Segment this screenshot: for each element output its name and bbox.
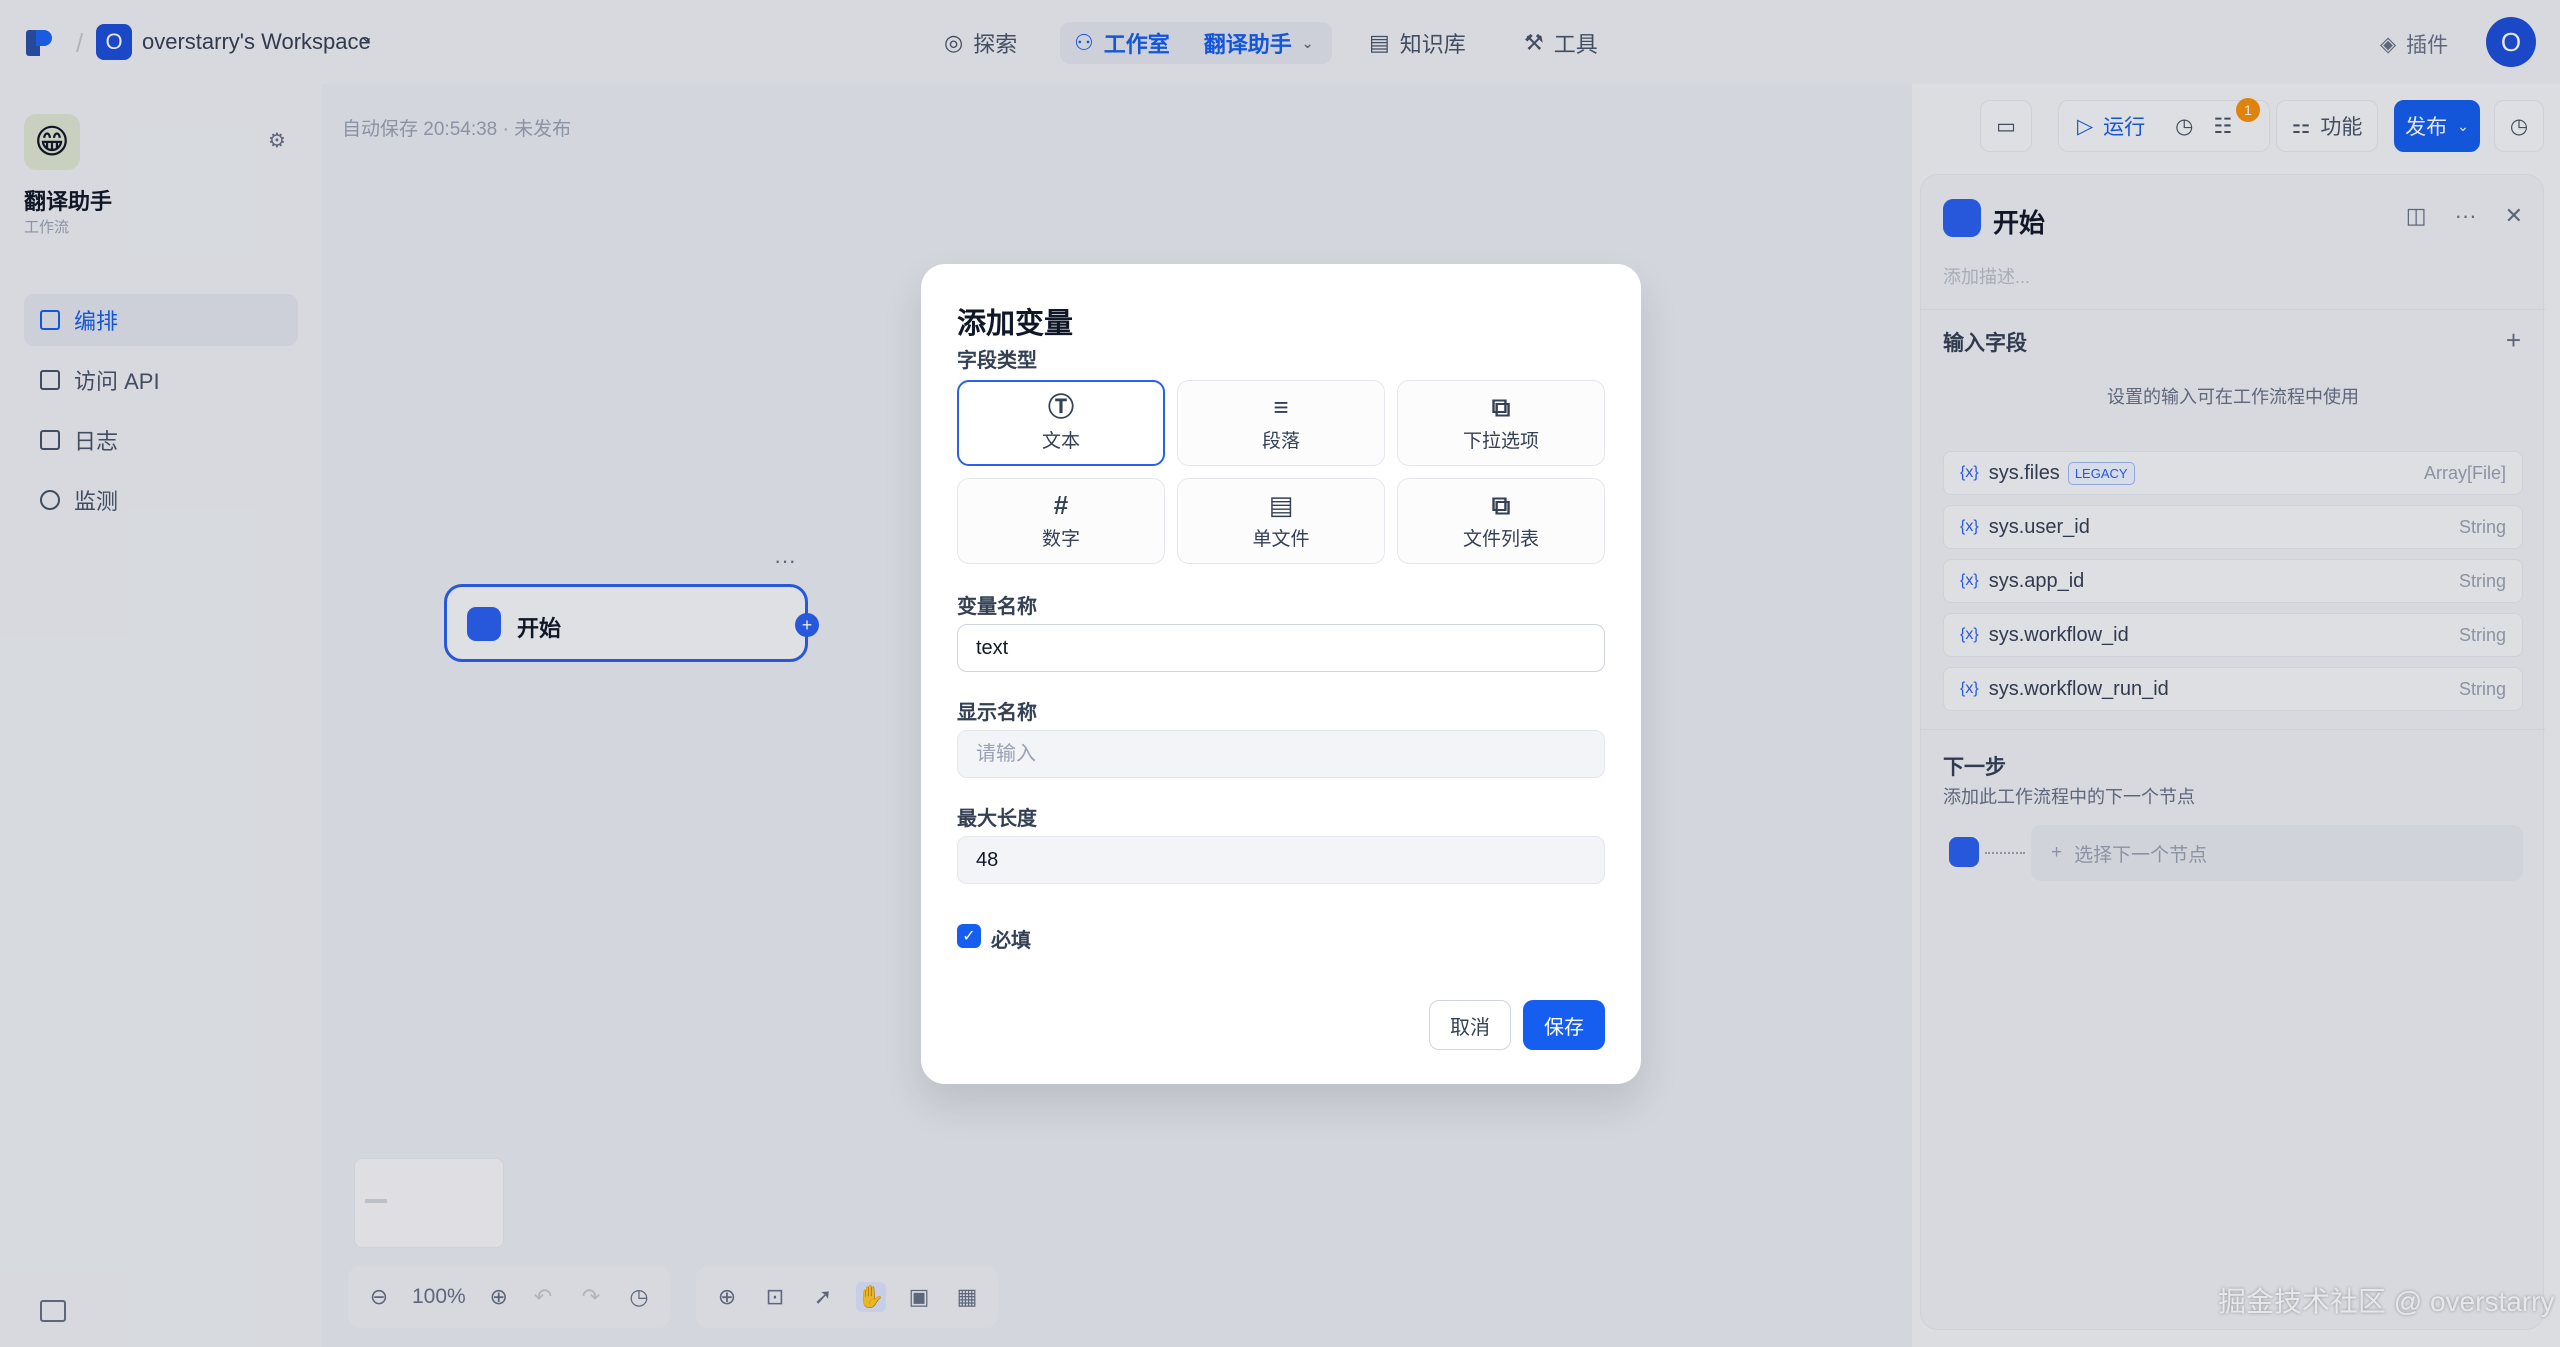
type-option-text[interactable]: Ⓣ 文本 (957, 380, 1165, 466)
type-option-select[interactable]: ⧉ 下拉选项 (1397, 380, 1605, 466)
required-label[interactable]: 必填 (991, 924, 1031, 953)
cancel-button[interactable]: 取消 (1429, 1000, 1511, 1050)
check-icon: ✓ (962, 928, 976, 945)
max-length-input[interactable] (957, 836, 1605, 884)
display-name-label: 显示名称 (957, 702, 1037, 724)
save-button[interactable]: 保存 (1523, 1000, 1605, 1050)
display-name-input[interactable] (957, 730, 1605, 778)
type-option-single-file[interactable]: ▤ 单文件 (1177, 478, 1385, 564)
file-list-icon: ⧉ (1491, 489, 1511, 520)
variable-name-label: 变量名称 (957, 596, 1037, 618)
type-option-number[interactable]: # 数字 (957, 478, 1165, 564)
dialog-title: 添加变量 (957, 308, 1074, 340)
text-type-icon: Ⓣ (1047, 391, 1074, 422)
select-icon: ⧉ (1491, 391, 1511, 422)
type-option-file-list[interactable]: ⧉ 文件列表 (1397, 478, 1605, 564)
max-length-label: 最大长度 (957, 808, 1037, 830)
type-option-paragraph[interactable]: ≡ 段落 (1177, 380, 1385, 466)
add-variable-dialog: 添加变量 字段类型 Ⓣ 文本 ≡ 段落 ⧉ 下拉选项 # 数字 ▤ 单文件 ⧉ … (921, 264, 1641, 1084)
field-type-label: 字段类型 (957, 350, 1037, 372)
file-icon: ▤ (1268, 489, 1294, 520)
variable-name-input[interactable] (957, 624, 1605, 672)
hash-icon: # (1053, 489, 1069, 520)
paragraph-icon: ≡ (1273, 391, 1289, 422)
required-checkbox[interactable]: ✓ (957, 924, 981, 948)
